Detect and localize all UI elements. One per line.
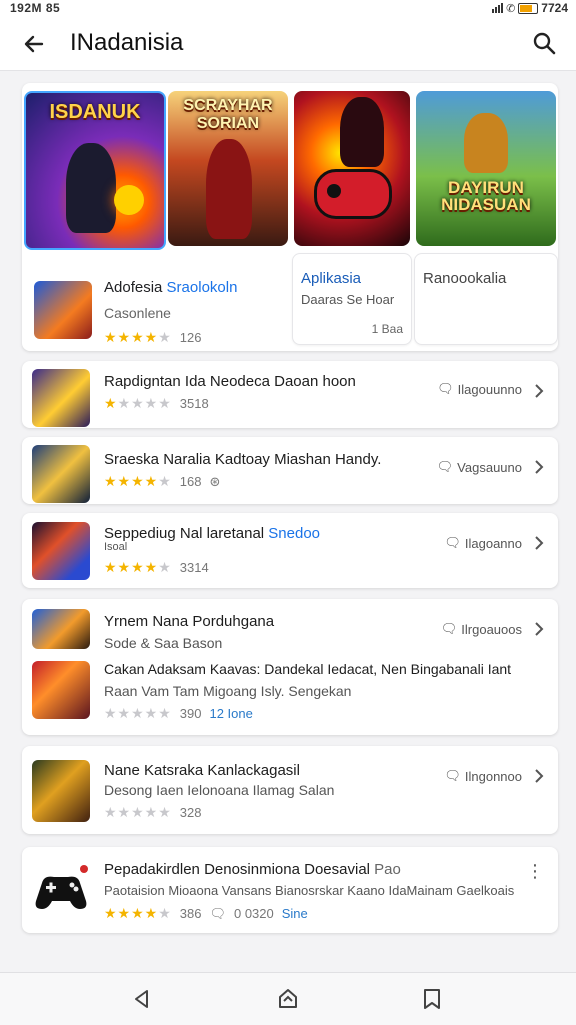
app-title: Rapdigntan Ida Neodeca Daoan hoon xyxy=(104,373,356,390)
app-subtitle: Casonlene xyxy=(104,305,171,321)
app-icon xyxy=(32,760,90,822)
app-subtitle: Daaras Se Hoar xyxy=(301,292,395,307)
app-title: Yrnem Nana Porduhgana xyxy=(104,613,275,630)
app-count: 1 Baa xyxy=(371,322,403,336)
status-right-text: 7724 xyxy=(541,1,568,15)
star-rating-icon: ★★★★★ xyxy=(104,473,172,489)
signal-icon xyxy=(492,3,504,13)
chat-icon: 🗨 xyxy=(444,768,461,783)
app-title: Sraeska Naralia Kadtoay Miashan Handy. xyxy=(104,451,382,468)
app-title: Seppediug Nal laretanal Snedoo xyxy=(104,525,321,542)
page-title: INadanisia xyxy=(70,29,184,56)
banner-title: DAYIRUN NIDASUAN xyxy=(441,178,531,214)
app-name: Ranoookalia xyxy=(423,270,507,287)
hero-figure xyxy=(464,113,508,173)
list-item[interactable]: Pepadakirdlen Denosinmiona Doesavial Pao… xyxy=(22,847,558,933)
wifi-icon: ✆ xyxy=(506,2,516,15)
app-icon xyxy=(34,281,92,339)
featured-banner-4[interactable]: DAYIRUN NIDASUAN xyxy=(416,91,556,246)
category-tag: 🗨 Vagsauuno xyxy=(436,459,522,475)
app-rating: ★★★★★ 386 🗨 0 0320 Sine xyxy=(104,905,308,921)
category-tag: 🗨 Ilagouunno xyxy=(437,381,522,397)
chevron-right-icon[interactable] xyxy=(532,535,546,551)
chat-icon: 🗨 xyxy=(444,535,461,550)
star-rating-icon: ★★★★★ xyxy=(104,804,172,820)
chevron-right-icon[interactable] xyxy=(532,621,546,637)
featured-card: ISDANUK SCRAYHAR SORIAN DAYIRUN NIDASUAN… xyxy=(22,83,558,351)
home-icon[interactable] xyxy=(276,987,300,1011)
featured-banner-2[interactable]: SCRAYHAR SORIAN xyxy=(168,91,288,246)
app-icon xyxy=(32,369,90,427)
app-rating: ★★★★★ 328 xyxy=(104,804,202,820)
app-subtitle: Desong Iaen Ielonoana Ilamag Salan xyxy=(104,782,335,798)
list-item[interactable]: Rapdigntan Ida Neodeca Daoan hoon ★★★★★ 3… xyxy=(22,361,558,428)
app-icon xyxy=(32,661,90,719)
app-subtitle: Paotaision Mioaona Vansans Bianosrskar K… xyxy=(104,883,515,898)
banner-title: SCRAYHAR SORIAN xyxy=(183,97,273,132)
list-item[interactable]: Seppediug Nal laretanal Snedoo Isoal ★★★… xyxy=(22,513,558,588)
star-rating-icon: ★★★★★ xyxy=(104,905,172,921)
app-rating: ★★★★★ 168 ⊛ xyxy=(104,473,221,489)
star-rating-icon: ★★★★★ xyxy=(104,329,172,345)
hero-figure xyxy=(206,139,252,239)
comment-icon: 🗨 xyxy=(209,906,226,921)
download-icon: ⊛ xyxy=(209,474,221,489)
status-bar: 192M 85 ✆ 7724 xyxy=(0,0,576,18)
app-subtitle: Sode & Saa Bason xyxy=(104,635,223,651)
featured-app[interactable]: Adofesia Sraolokoln Casonlene ★★★★★ 126 xyxy=(32,263,287,345)
hero-figure xyxy=(340,97,384,167)
back-triangle-icon[interactable] xyxy=(130,987,154,1011)
app-icon xyxy=(32,522,90,580)
star-rating-icon: ★★★★★ xyxy=(104,559,172,575)
chat-icon: 🗨 xyxy=(436,459,454,474)
list-item[interactable]: Yrnem Nana Porduhgana Sode & Saa Bason 🗨… xyxy=(22,599,558,735)
featured-row: Adofesia Sraolokoln Casonlene ★★★★★ 126 A… xyxy=(22,253,558,351)
status-time: 192M 85 xyxy=(10,1,61,15)
featured-banner-3[interactable] xyxy=(294,91,410,246)
star-rating-icon: ★★★★★ xyxy=(104,395,172,411)
search-icon[interactable] xyxy=(530,29,558,57)
status-icons: ✆ 7724 xyxy=(492,1,568,15)
gamepad-icon xyxy=(32,861,90,919)
recents-icon[interactable] xyxy=(420,987,444,1011)
category-tag: 🗨 Ilngonnoo xyxy=(444,768,522,784)
featured-banner-1[interactable]: ISDANUK xyxy=(24,91,166,250)
battery-icon xyxy=(518,2,539,14)
app-rating: ★★★★★ 126 xyxy=(104,329,202,345)
gamepad-icon xyxy=(314,169,392,219)
list-item[interactable]: Nane Katsraka Kanlackagasil Desong Iaen … xyxy=(22,746,558,834)
app-rating: ★★★★★ 390 12 Ione xyxy=(104,705,253,721)
category-tag: 🗨 Ilrgoauoos xyxy=(440,621,522,637)
app-title: Pepadakirdlen Denosinmiona Doesavial Pao xyxy=(104,861,401,878)
app-rating: ★★★★★ 3314 xyxy=(104,559,209,575)
mini-app-card[interactable]: Ranoookalia xyxy=(414,253,558,345)
chevron-right-icon[interactable] xyxy=(532,459,546,475)
category-tag: 🗨 Ilagoanno xyxy=(444,535,522,551)
chat-icon: 🗨 xyxy=(440,621,458,636)
app-rating: ★★★★★ 3518 xyxy=(104,395,209,411)
chevron-right-icon[interactable] xyxy=(532,383,546,399)
app-icon xyxy=(32,609,90,649)
app-subtitle: Isoal xyxy=(104,541,128,553)
system-nav-bar xyxy=(0,972,576,1025)
star-rating-icon: ★★★★★ xyxy=(104,705,172,721)
app-icon xyxy=(32,445,90,503)
app-title: Cakan Adaksam Kaavas: Dandekal Iedacat, … xyxy=(104,661,512,677)
hero-figure xyxy=(66,143,116,233)
app-name: Adofesia Sraolokoln xyxy=(104,279,238,296)
energy-orb xyxy=(114,185,144,215)
top-app-bar: INadanisia xyxy=(0,18,576,71)
chat-icon: 🗨 xyxy=(437,381,454,396)
mini-app-card[interactable]: Aplikasia Daaras Se Hoar 1 Baa xyxy=(292,253,412,345)
arrow-left-icon[interactable] xyxy=(20,30,48,58)
chevron-right-icon[interactable] xyxy=(532,768,546,784)
more-options-icon[interactable]: ⋮ xyxy=(526,861,544,882)
banner-title: ISDANUK xyxy=(49,101,141,123)
app-subtitle: Raan Vam Tam Migoang Isly. Sengekan xyxy=(104,683,352,699)
app-title: Nane Katsraka Kanlackagasil xyxy=(104,762,300,779)
list-item[interactable]: Sraeska Naralia Kadtoay Miashan Handy. ★… xyxy=(22,437,558,504)
app-name: Aplikasia xyxy=(301,270,362,287)
